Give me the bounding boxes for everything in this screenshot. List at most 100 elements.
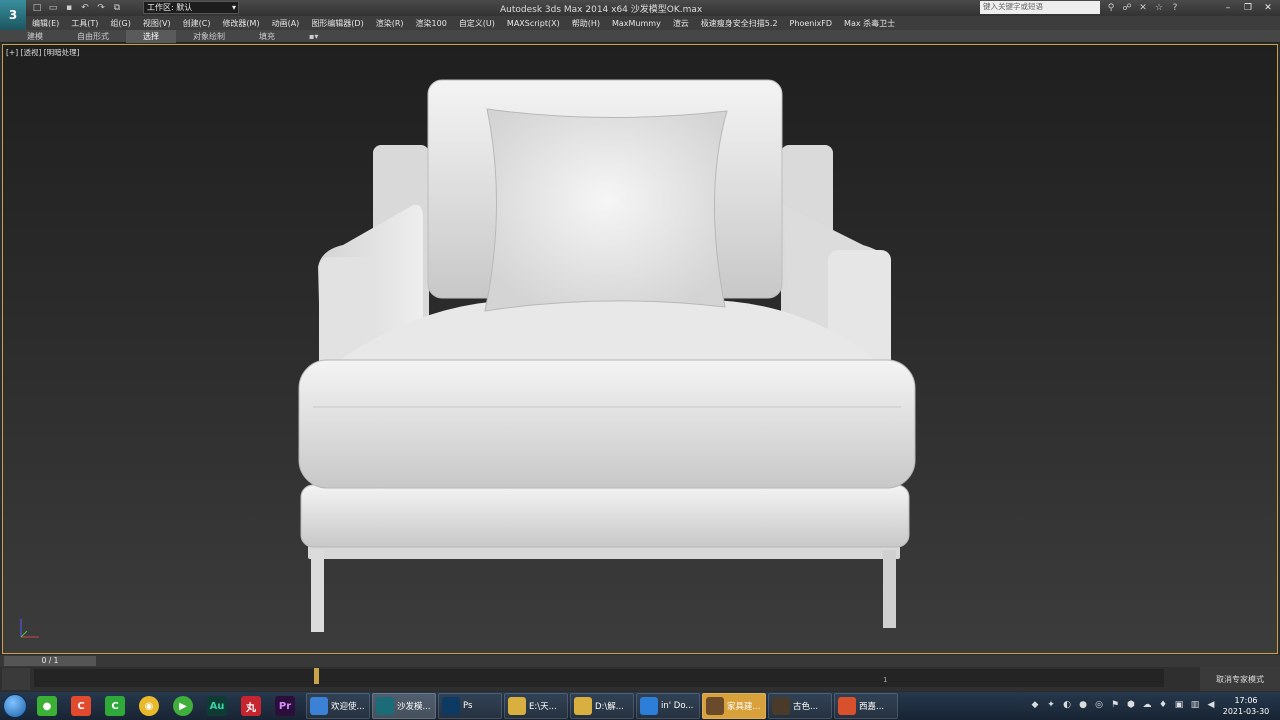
taskbar-task[interactable]: 古色... — [768, 693, 832, 719]
taskbar-task[interactable]: 沙发模... — [372, 693, 436, 719]
task-app-icon — [442, 697, 460, 715]
tray-icon[interactable]: ⬢ — [1124, 697, 1138, 713]
taskbar-task[interactable]: Ps — [438, 693, 502, 719]
search-input[interactable]: 键入关键字或短语 — [980, 1, 1100, 14]
menu-item[interactable]: 视图(V) — [137, 18, 177, 29]
perspective-viewport[interactable]: [+] [透视] [明暗处理] — [2, 44, 1278, 654]
tray-icon[interactable]: ☁ — [1140, 697, 1154, 713]
menu-item[interactable]: 自定义(U) — [453, 18, 501, 29]
tray-icon[interactable]: ▣ — [1172, 697, 1186, 713]
redo-icon[interactable]: ↷ — [94, 1, 108, 15]
tray-icon[interactable]: ✦ — [1044, 697, 1058, 713]
tray-icon[interactable]: ♦ — [1156, 697, 1170, 713]
chrome-icon[interactable]: ◉ — [132, 693, 166, 719]
taskbar-task[interactable]: 西嘉... — [834, 693, 898, 719]
time-slider[interactable]: 0 / 1 — [4, 656, 96, 666]
ribbon-options-icon[interactable]: ▪▾ — [292, 30, 335, 43]
task-label: Ps — [463, 701, 473, 711]
open-file-icon[interactable]: ▭ — [46, 1, 60, 15]
menu-item[interactable]: 帮助(H) — [566, 18, 606, 29]
help-icon[interactable]: ? — [1168, 1, 1182, 15]
task-label: 西嘉... — [859, 702, 885, 712]
ribbon-tab[interactable]: 自由形式 — [60, 30, 126, 43]
workspace-dropdown[interactable]: 工作区: 默认 ▾ — [143, 1, 239, 14]
clock-date: 2021-03-30 — [1222, 707, 1270, 716]
audition-icon[interactable]: Au — [200, 693, 234, 719]
task-app-icon — [310, 697, 328, 715]
new-file-icon[interactable]: □ — [30, 1, 44, 15]
menu-item[interactable]: 动画(A) — [266, 18, 306, 29]
tools-icon[interactable]: ✕ — [1136, 1, 1150, 15]
tray-icon[interactable]: ◎ — [1092, 697, 1106, 713]
menu-item[interactable]: 图形编辑器(D) — [305, 18, 369, 29]
premiere-icon[interactable]: Pr — [268, 693, 302, 719]
menu-item[interactable]: PhoenixFD — [784, 19, 839, 28]
media-icon[interactable]: ▶ — [166, 693, 200, 719]
undo-icon[interactable]: ↶ — [78, 1, 92, 15]
taskbar-task[interactable]: E:\天... — [504, 693, 568, 719]
menu-item[interactable]: MAXScript(X) — [501, 19, 566, 28]
window-title: Autodesk 3ds Max 2014 x64 沙发模型OK.max — [500, 5, 703, 15]
save-icon[interactable]: ▪ — [62, 1, 76, 15]
task-app-icon — [376, 697, 394, 715]
app-red-icon[interactable]: C — [64, 693, 98, 719]
ribbon-tab[interactable]: 选择 — [126, 29, 176, 43]
task-app-icon — [574, 697, 592, 715]
ribbon-tab[interactable]: 建模 — [10, 30, 60, 43]
binoculars-icon[interactable]: ⚲ — [1104, 1, 1118, 15]
clock[interactable]: 17:06 2021-03-30 — [1220, 695, 1272, 717]
app-logo-icon[interactable]: 3 — [0, 0, 26, 30]
menu-item[interactable]: 工具(T) — [65, 18, 104, 29]
title-bar: 3 □ ▭ ▪ ↶ ↷ ⧉ 工作区: 默认 ▾ Autodesk 3ds Max… — [0, 0, 1280, 30]
ribbon-tab[interactable]: 填充 — [242, 30, 292, 43]
star-icon[interactable]: ☆ — [1152, 1, 1166, 15]
task-app-icon — [772, 697, 790, 715]
app-wan-icon[interactable]: 丸 — [234, 693, 268, 719]
chevron-down-icon: ▾ — [231, 3, 236, 12]
system-tray: ◆ ✦ ◐ ● ◎ ⚑ ⬢ ☁ ♦ ▣ ▥ ◀ — [1028, 697, 1218, 713]
tray-icon[interactable]: ● — [1076, 697, 1090, 713]
clock-time: 17:06 — [1234, 696, 1258, 705]
task-app-icon — [508, 697, 526, 715]
task-label: 古色... — [793, 702, 819, 712]
maximize-icon[interactable]: ❐ — [1240, 1, 1256, 14]
menu-item[interactable]: 修改器(M) — [216, 18, 265, 29]
task-label: 欢迎使... — [331, 702, 365, 712]
track-tick: 1 — [883, 676, 888, 684]
hold-icon[interactable]: ⧉ — [110, 1, 124, 15]
taskbar-task[interactable]: 家具建... — [702, 693, 766, 719]
volume-icon[interactable]: ◀ — [1204, 697, 1218, 713]
taskbar-task[interactable]: in' Do... — [636, 693, 700, 719]
tray-icon[interactable]: ◆ — [1028, 697, 1042, 713]
start-button[interactable] — [0, 692, 30, 720]
menu-item[interactable]: Max 杀毒卫士 — [838, 18, 901, 29]
menu-item[interactable]: 编辑(E) — [26, 18, 65, 29]
taskbar-task[interactable]: 欢迎使... — [306, 693, 370, 719]
menu-item[interactable]: 极速瘦身安全扫描5.2 — [695, 18, 784, 29]
menu-item[interactable]: 渲染100 — [410, 18, 453, 29]
task-app-icon — [640, 697, 658, 715]
close-icon[interactable]: ✕ — [1260, 1, 1276, 14]
camtasia-icon[interactable]: C — [98, 693, 132, 719]
task-label: E:\天... — [529, 702, 557, 712]
task-label: D:\解... — [595, 702, 624, 712]
mini-curve-editor-icon[interactable] — [2, 668, 30, 690]
taskbar-task[interactable]: D:\解... — [570, 693, 634, 719]
track-bar[interactable] — [0, 667, 1280, 691]
signin-icon[interactable]: ☍ — [1120, 1, 1134, 15]
minimize-icon[interactable]: – — [1220, 1, 1236, 14]
menu-item[interactable]: 渲染(R) — [370, 18, 410, 29]
network-icon[interactable]: ▥ — [1188, 697, 1202, 713]
menu-item[interactable]: 组(G) — [104, 18, 136, 29]
wechat-icon[interactable]: ● — [30, 693, 64, 719]
tray-icon[interactable]: ⚑ — [1108, 697, 1122, 713]
keyframe-marker[interactable] — [314, 668, 319, 684]
infocenter-icons: ⚲ ☍ ✕ ☆ ? — [1104, 1, 1182, 15]
menu-item[interactable]: 渲云 — [667, 18, 695, 29]
menu-item[interactable]: 创建(C) — [177, 18, 217, 29]
ribbon-tab[interactable]: 对象绘制 — [176, 30, 242, 43]
ribbon-tabs: 建模 自由形式 选择 对象绘制 填充 ▪▾ — [0, 29, 1280, 43]
menu-item[interactable]: MaxMummy — [606, 19, 667, 28]
tray-icon[interactable]: ◐ — [1060, 697, 1074, 713]
expert-mode-button[interactable]: 取消专家模式 — [1200, 667, 1280, 691]
